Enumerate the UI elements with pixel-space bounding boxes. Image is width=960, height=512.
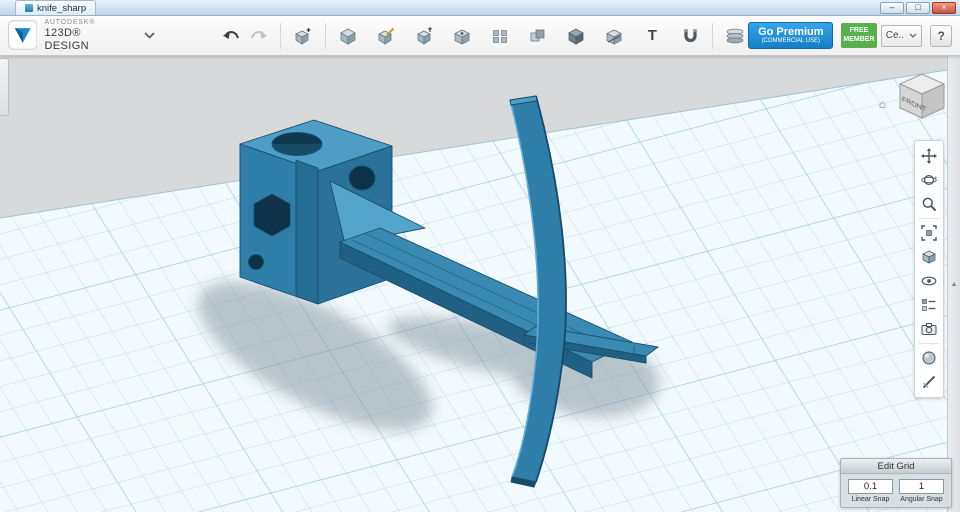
view-toolbar [914, 140, 944, 398]
window-controls: – □ × [880, 2, 957, 14]
zoom-button[interactable] [916, 192, 942, 216]
chevron-down-icon[interactable] [144, 32, 155, 39]
angular-snap-group: Angular Snap [899, 479, 944, 503]
toolbar-divider [919, 218, 939, 219]
modify-tool-button[interactable] [449, 21, 475, 51]
undo-icon [222, 28, 242, 44]
zoom-icon [921, 196, 937, 212]
edit-grid-title[interactable]: Edit Grid [841, 459, 951, 474]
viewport-3d[interactable]: ▲ ⌂ FRONT [0, 56, 960, 512]
toolbar-divider [919, 343, 939, 344]
go-premium-label: Go Premium [758, 27, 823, 39]
print-3d-button[interactable] [722, 21, 748, 51]
close-button[interactable]: × [932, 2, 956, 14]
sketch-icon [377, 27, 395, 45]
visibility-button[interactable] [916, 269, 942, 293]
measure-icon [605, 27, 623, 45]
zoom-extents-icon [921, 225, 937, 241]
orbit-icon [921, 172, 937, 188]
combine-icon [567, 27, 585, 45]
help-button[interactable]: ? [930, 25, 952, 47]
document-icon [25, 4, 33, 12]
app-window: knife_sharp – □ × AUTODESK® 123D® DESIGN [0, 0, 960, 512]
toolbar-divider [325, 23, 326, 49]
primitives-icon [339, 27, 357, 45]
snap-tool-button[interactable] [677, 21, 703, 51]
orbit-button[interactable] [916, 168, 942, 192]
view-mode-button[interactable] [916, 245, 942, 269]
screenshot-button[interactable] [916, 317, 942, 341]
construct-icon [415, 27, 433, 45]
eye-icon [921, 273, 937, 289]
edit-grid-body: Linear Snap Angular Snap [841, 474, 951, 507]
viewport-canvas[interactable] [0, 56, 960, 512]
membership-badge: FREE MEMBER [841, 23, 877, 48]
pan-button[interactable] [916, 144, 942, 168]
combine-tool-button[interactable] [563, 21, 589, 51]
brand-product: 123D® DESIGN [44, 27, 127, 52]
material-button[interactable] [916, 346, 942, 370]
text-tool-button[interactable]: T [639, 21, 665, 51]
edge-display-button[interactable] [916, 370, 942, 394]
linear-snap-group: Linear Snap [848, 479, 893, 503]
display-settings-icon [921, 297, 937, 313]
grouping-icon [529, 27, 547, 45]
left-panel-handle[interactable] [0, 58, 9, 116]
angular-snap-input[interactable] [899, 479, 944, 494]
view-cube[interactable]: FRONT [892, 68, 948, 120]
right-panel-collapse-strip[interactable]: ▲ [947, 56, 960, 512]
pattern-tool-button[interactable] [487, 21, 513, 51]
view-cube-icon [921, 249, 937, 265]
material-sphere-icon [921, 350, 937, 366]
main-toolbar: AUTODESK® 123D® DESIGN [0, 16, 960, 56]
account-name: Ce.. [886, 30, 904, 41]
measure-tool-button[interactable] [601, 21, 627, 51]
transform-tool-button[interactable] [290, 21, 316, 51]
edit-grid-panel: Edit Grid Linear Snap Angular Snap [840, 458, 952, 508]
membership-line2: MEMBER [843, 36, 874, 44]
window-titlebar: knife_sharp – □ × [0, 0, 960, 16]
document-title: knife_sharp [37, 3, 86, 14]
linear-snap-label: Linear Snap [852, 496, 890, 503]
pan-icon [921, 148, 937, 164]
edge-style-icon [921, 374, 937, 390]
angular-snap-label: Angular Snap [900, 496, 942, 503]
construct-tool-button[interactable] [411, 21, 437, 51]
home-view-icon[interactable]: ⌂ [879, 98, 886, 110]
grouping-tool-button[interactable] [525, 21, 551, 51]
account-dropdown[interactable]: Ce.. [881, 25, 923, 47]
document-tab[interactable]: knife_sharp [15, 0, 96, 15]
brand-text: AUTODESK® 123D® DESIGN [44, 19, 127, 52]
zoom-extents-button[interactable] [916, 221, 942, 245]
pattern-icon [491, 27, 509, 45]
toolbar-divider [712, 23, 713, 49]
sketch-tool-button[interactable] [373, 21, 399, 51]
brand-company: AUTODESK® [44, 19, 127, 27]
redo-button[interactable] [245, 21, 271, 51]
membership-line1: FREE [850, 27, 869, 35]
maximize-button[interactable]: □ [906, 2, 930, 14]
primitives-tool-button[interactable] [335, 21, 361, 51]
camera-icon [921, 321, 937, 337]
print-3d-icon [725, 27, 745, 45]
transform-icon [294, 27, 312, 45]
collapse-arrow-icon[interactable]: ▲ [951, 281, 958, 288]
magnet-icon [682, 27, 699, 45]
go-premium-button[interactable]: Go Premium (COMMERCIAL USE) [748, 22, 833, 49]
minimize-button[interactable]: – [880, 2, 904, 14]
redo-icon [248, 28, 268, 44]
chevron-down-icon [909, 33, 917, 38]
modify-icon [453, 27, 471, 45]
undo-button[interactable] [219, 21, 245, 51]
app-menu-button[interactable]: AUTODESK® 123D® DESIGN [8, 19, 155, 52]
display-settings-button[interactable] [916, 293, 942, 317]
app-logo-icon [8, 20, 37, 50]
text-tool-icon: T [648, 27, 657, 44]
linear-snap-input[interactable] [848, 479, 893, 494]
go-premium-sublabel: (COMMERCIAL USE) [762, 38, 820, 44]
toolbar-divider [280, 23, 281, 49]
